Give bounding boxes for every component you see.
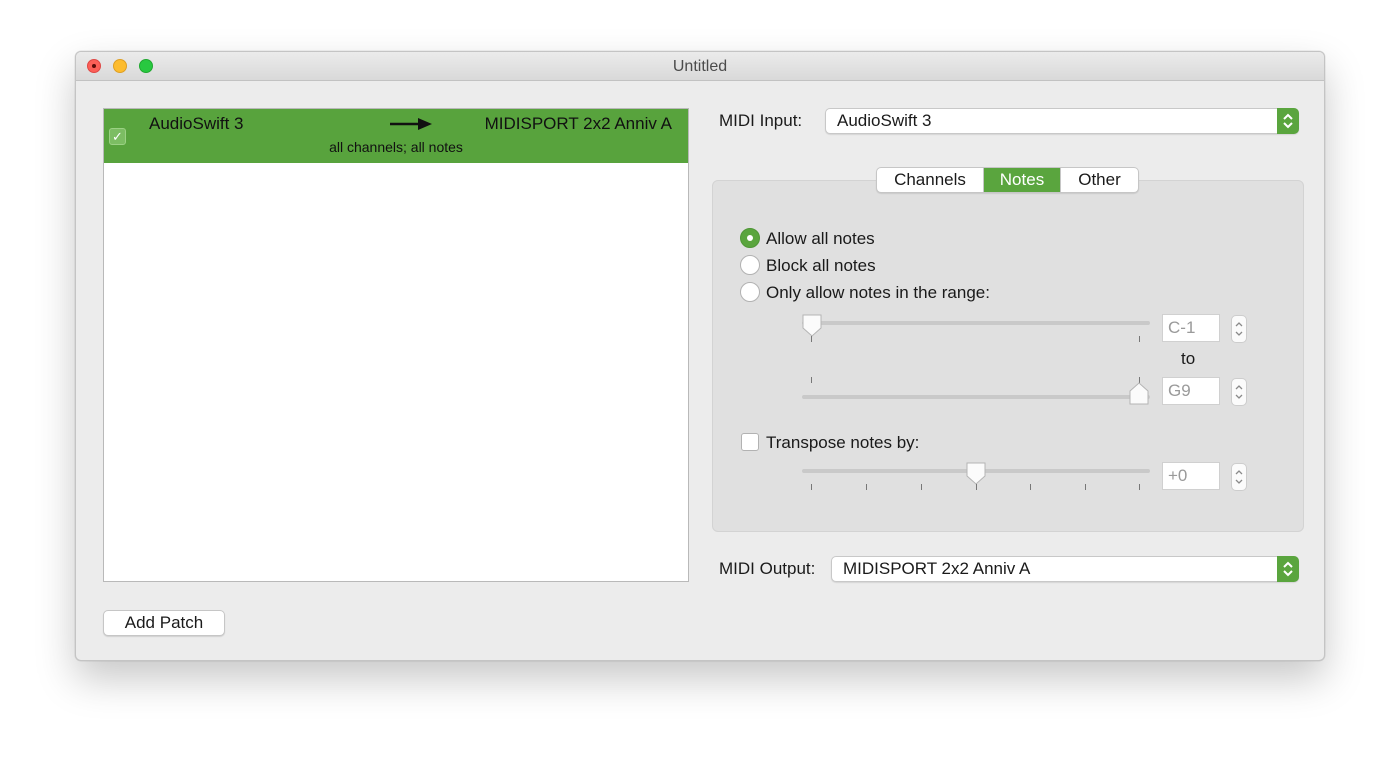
popup-arrows-icon bbox=[1277, 556, 1299, 582]
block-all-notes-label[interactable]: Block all notes bbox=[766, 256, 876, 276]
range-low-field[interactable]: C-1 bbox=[1162, 314, 1220, 342]
patch-list[interactable]: ✓ AudioSwift 3 MIDISPORT 2x2 Anniv A all… bbox=[103, 108, 689, 582]
tab-notes[interactable]: Notes bbox=[984, 168, 1061, 192]
range-to-label: to bbox=[1181, 349, 1196, 368]
range-low-stepper[interactable] bbox=[1231, 315, 1247, 343]
slider-tick bbox=[921, 484, 922, 490]
slider-tick bbox=[866, 484, 867, 490]
slider-tick bbox=[1139, 484, 1140, 490]
midi-output-popup[interactable]: MIDISPORT 2x2 Anniv A bbox=[831, 556, 1299, 582]
patch-source: AudioSwift 3 bbox=[149, 114, 244, 133]
midi-output-value: MIDISPORT 2x2 Anniv A bbox=[843, 559, 1031, 578]
slider-tick bbox=[1030, 484, 1031, 490]
arrow-right-icon bbox=[390, 118, 432, 130]
title-bar[interactable]: Untitled bbox=[76, 52, 1324, 81]
transpose-label[interactable]: Transpose notes by: bbox=[766, 433, 919, 453]
range-high-stepper[interactable] bbox=[1231, 378, 1247, 406]
midi-input-popup[interactable]: AudioSwift 3 bbox=[825, 108, 1299, 134]
tab-other[interactable]: Other bbox=[1061, 168, 1138, 192]
note-range-label[interactable]: Only allow notes in the range: bbox=[766, 283, 990, 303]
transpose-slider-knob[interactable] bbox=[965, 462, 987, 486]
note-range-radio[interactable] bbox=[740, 282, 760, 302]
allow-all-notes-radio[interactable] bbox=[740, 228, 760, 248]
midi-input-label: MIDI Input: bbox=[719, 111, 803, 130]
slider-tick bbox=[1139, 336, 1140, 342]
transpose-stepper[interactable] bbox=[1231, 463, 1247, 491]
range-high-slider-knob[interactable] bbox=[1128, 381, 1150, 405]
transpose-checkbox[interactable] bbox=[741, 433, 759, 451]
slider-tick bbox=[811, 484, 812, 490]
patch-summary: all channels; all notes bbox=[329, 139, 463, 155]
range-high-slider[interactable] bbox=[802, 395, 1150, 399]
transpose-field[interactable]: +0 bbox=[1162, 462, 1220, 490]
popup-arrows-icon bbox=[1277, 108, 1299, 134]
allow-all-notes-label[interactable]: Allow all notes bbox=[766, 229, 875, 249]
range-low-slider[interactable] bbox=[802, 321, 1150, 325]
slider-tick bbox=[1085, 484, 1086, 490]
app-window: Untitled ✓ AudioSwift 3 MIDISPORT 2x2 An… bbox=[75, 51, 1325, 661]
slider-tick bbox=[976, 484, 977, 490]
block-all-notes-radio[interactable] bbox=[740, 255, 760, 275]
tab-channels[interactable]: Channels bbox=[877, 168, 984, 192]
range-low-slider-knob[interactable] bbox=[801, 314, 823, 338]
patch-row[interactable]: ✓ AudioSwift 3 MIDISPORT 2x2 Anniv A all… bbox=[104, 109, 688, 163]
slider-tick bbox=[811, 336, 812, 342]
midi-input-value: AudioSwift 3 bbox=[837, 111, 932, 130]
window-title: Untitled bbox=[672, 58, 728, 75]
midi-output-label: MIDI Output: bbox=[719, 559, 816, 578]
add-patch-button[interactable]: Add Patch bbox=[103, 610, 225, 636]
range-high-field[interactable]: G9 bbox=[1162, 377, 1220, 405]
patch-destination: MIDISPORT 2x2 Anniv A bbox=[484, 114, 672, 133]
tab-bar: Channels Notes Other bbox=[876, 167, 1139, 193]
slider-tick bbox=[811, 377, 812, 383]
